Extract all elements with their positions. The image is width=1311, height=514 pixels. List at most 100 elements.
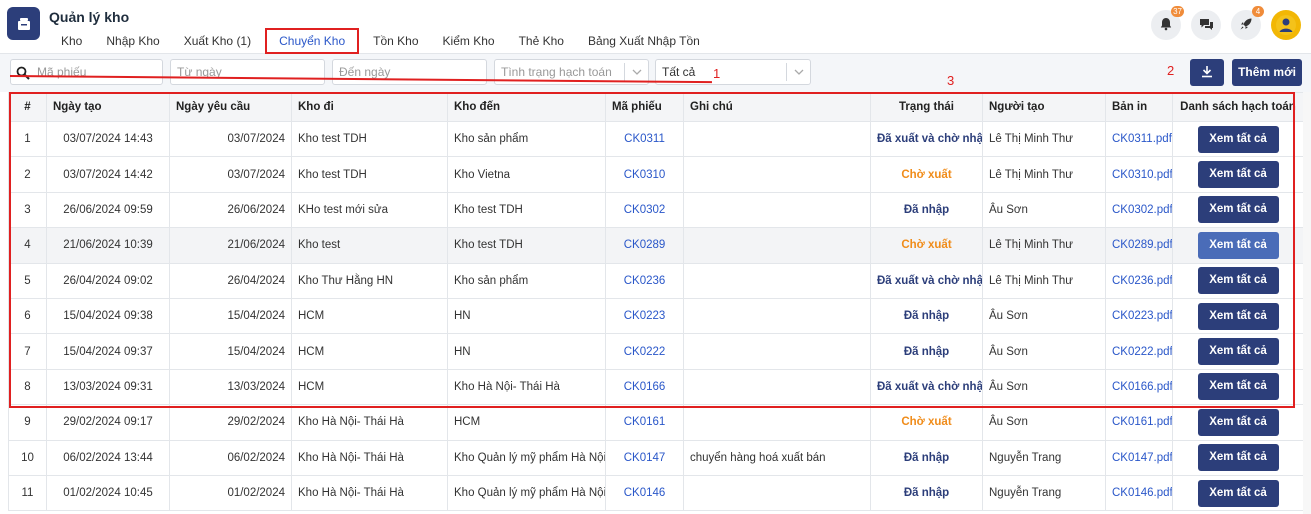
col-header-trang-thai: Trạng thái bbox=[870, 92, 983, 122]
print-pdf-link[interactable]: CK0147.pdf bbox=[1105, 439, 1173, 476]
rocket-button[interactable]: 4 bbox=[1231, 6, 1264, 40]
table-row[interactable]: 10 06/02/2024 13:44 06/02/2024 Kho Hà Nội- … bbox=[8, 439, 1303, 476]
table-row[interactable]: 5 26/04/2024 09:02 26/04/2024 Kho Thư Hằng … bbox=[8, 262, 1303, 299]
view-all-cell: Xem tất cả bbox=[1172, 297, 1303, 335]
table-row[interactable]: 4 21/06/2024 10:39 21/06/2024 Kho test Kho t… bbox=[8, 227, 1303, 264]
status-label: Chờ xuất bbox=[870, 156, 983, 193]
from-warehouse: Kho Hà Nội- Thái Hà bbox=[291, 439, 448, 476]
transfer-table: # Ngày tạo Ngày yêu cầu Kho đi Kho đến M… bbox=[8, 92, 1303, 514]
created-date: 01/02/2024 10:45 bbox=[46, 474, 170, 512]
tab-nhap-kho[interactable]: Nhập Kho bbox=[94, 28, 171, 54]
view-all-button[interactable]: Xem tất cả bbox=[1197, 338, 1279, 366]
from-warehouse: HCM bbox=[291, 333, 448, 370]
table-row[interactable]: 1 03/07/2024 14:43 03/07/2024 Kho test TDH K… bbox=[8, 120, 1303, 158]
tu-ngay-date-input[interactable]: Từ ngày bbox=[170, 59, 325, 85]
creator: Âu Sơn bbox=[982, 368, 1106, 406]
note bbox=[683, 404, 871, 441]
transfer-code-link[interactable]: CK0311 bbox=[605, 120, 684, 158]
table-row[interactable]: 6 15/04/2024 09:38 15/04/2024 HCM HN CK0223 Đã… bbox=[8, 297, 1303, 335]
add-new-button[interactable]: Thêm mới bbox=[1232, 59, 1302, 86]
view-all-button[interactable]: Xem tất cả bbox=[1197, 444, 1279, 472]
view-all-button[interactable]: Xem tất cả bbox=[1197, 479, 1279, 507]
print-pdf-link[interactable]: CK0236.pdf bbox=[1105, 262, 1173, 299]
status-label: Đã nhập bbox=[870, 474, 983, 512]
to-warehouse: Kho sản phẩm bbox=[447, 120, 606, 158]
chat-button[interactable] bbox=[1191, 10, 1221, 40]
header-actions: 37 4 bbox=[1151, 6, 1301, 40]
view-all-button[interactable]: Xem tất cả bbox=[1197, 161, 1279, 189]
note bbox=[683, 333, 871, 370]
print-pdf-link[interactable]: CK0146.pdf bbox=[1105, 474, 1173, 512]
print-pdf-link[interactable]: CK0166.pdf bbox=[1105, 368, 1173, 406]
table-row[interactable]: 7 15/04/2024 09:37 15/04/2024 HCM HN CK0222 Đã… bbox=[8, 333, 1303, 370]
transfer-code-link[interactable]: CK0161 bbox=[605, 404, 684, 441]
created-date: 26/06/2024 09:59 bbox=[46, 191, 170, 229]
view-all-button[interactable]: Xem tất cả bbox=[1197, 302, 1279, 330]
transfer-code-link[interactable]: CK0223 bbox=[605, 297, 684, 335]
transfer-code-link[interactable]: CK0147 bbox=[605, 439, 684, 476]
view-all-button[interactable]: Xem tất cả bbox=[1197, 125, 1279, 153]
transfer-code-link[interactable]: CK0146 bbox=[605, 474, 684, 512]
view-all-cell: Xem tất cả bbox=[1172, 191, 1303, 229]
row-index: 7 bbox=[8, 333, 47, 370]
tab-bang-xuat-nhap-ton[interactable]: Bảng Xuất Nhập Tồn bbox=[576, 28, 712, 54]
print-pdf-link[interactable]: CK0302.pdf bbox=[1105, 191, 1173, 229]
requested-date: 01/02/2024 bbox=[169, 474, 292, 512]
scrollbar-track[interactable] bbox=[1303, 92, 1311, 514]
tab-kiem-kho[interactable]: Kiểm Kho bbox=[431, 28, 507, 54]
requested-date: 26/04/2024 bbox=[169, 262, 292, 299]
bell-icon bbox=[1159, 17, 1173, 34]
ma-phieu-search-input[interactable]: Mã phiếu bbox=[10, 59, 163, 85]
table-row[interactable]: 11 01/02/2024 10:45 01/02/2024 Kho Hà Nội- … bbox=[8, 474, 1303, 512]
transfer-code-link[interactable]: CK0222 bbox=[605, 333, 684, 370]
tab-xuat-kho[interactable]: Xuất Kho (1) bbox=[172, 28, 263, 54]
view-all-button[interactable]: Xem tất cả bbox=[1197, 373, 1279, 401]
notifications-button[interactable]: 37 bbox=[1151, 6, 1184, 40]
filter-bar: Mã phiếu Từ ngày Đến ngày Tình trạng hạc… bbox=[0, 54, 1311, 92]
tab-kho[interactable]: Kho bbox=[49, 28, 94, 54]
print-pdf-link[interactable]: CK0310.pdf bbox=[1105, 156, 1173, 193]
table-row[interactable]: 8 13/03/2024 09:31 13/03/2024 HCM Kho Hà Nội… bbox=[8, 368, 1303, 406]
tab-ton-kho[interactable]: Tồn Kho bbox=[361, 28, 430, 54]
download-button[interactable] bbox=[1190, 59, 1224, 86]
table-row[interactable]: 9 29/02/2024 09:17 29/02/2024 Kho Hà Nội- T… bbox=[8, 404, 1303, 441]
tab-the-kho[interactable]: Thẻ Kho bbox=[507, 28, 576, 54]
creator: Lê Thị Minh Thư bbox=[982, 120, 1106, 158]
transfer-code-link[interactable]: CK0310 bbox=[605, 156, 684, 193]
print-pdf-link[interactable]: CK0161.pdf bbox=[1105, 404, 1173, 441]
tab-chuyen-kho[interactable]: Chuyển Kho bbox=[265, 28, 360, 54]
user-avatar[interactable] bbox=[1271, 10, 1301, 40]
view-all-cell: Xem tất cả bbox=[1172, 262, 1303, 299]
view-all-button[interactable]: Xem tất cả bbox=[1197, 267, 1279, 295]
tat-ca-value: Tất cả bbox=[662, 65, 696, 79]
print-pdf-link[interactable]: CK0223.pdf bbox=[1105, 297, 1173, 335]
transfer-code-link[interactable]: CK0302 bbox=[605, 191, 684, 229]
den-ngay-date-input[interactable]: Đến ngày bbox=[332, 59, 487, 85]
status-label: Chờ xuất bbox=[870, 404, 983, 441]
view-all-button[interactable]: Xem tất cả bbox=[1197, 408, 1279, 436]
table-row[interactable]: 2 03/07/2024 14:42 03/07/2024 Kho test TDH K… bbox=[8, 156, 1303, 193]
view-all-cell: Xem tất cả bbox=[1172, 120, 1303, 158]
to-warehouse: Kho test TDH bbox=[447, 191, 606, 229]
creator: Âu Sơn bbox=[982, 333, 1106, 370]
warehouse-logo-icon[interactable] bbox=[7, 7, 40, 40]
transfer-code-link[interactable]: CK0289 bbox=[605, 227, 684, 264]
print-pdf-link[interactable]: CK0311.pdf bbox=[1105, 120, 1173, 158]
print-pdf-link[interactable]: CK0289.pdf bbox=[1105, 227, 1173, 264]
to-warehouse: Kho sản phẩm bbox=[447, 262, 606, 299]
view-all-button[interactable]: Xem tất cả bbox=[1197, 231, 1279, 259]
annotation-1: 1 bbox=[713, 66, 721, 81]
transfer-code-link[interactable]: CK0236 bbox=[605, 262, 684, 299]
row-index: 1 bbox=[8, 120, 47, 158]
note bbox=[683, 191, 871, 229]
creator: Âu Sơn bbox=[982, 297, 1106, 335]
col-header-danh-sach-hach-toan: Danh sách hạch toán bbox=[1172, 92, 1303, 122]
view-all-cell: Xem tất cả bbox=[1172, 227, 1303, 264]
row-index: 5 bbox=[8, 262, 47, 299]
print-pdf-link[interactable]: CK0222.pdf bbox=[1105, 333, 1173, 370]
creator: Lê Thị Minh Thư bbox=[982, 227, 1106, 264]
table-row[interactable]: 3 26/06/2024 09:59 26/06/2024 KHo test mới … bbox=[8, 191, 1303, 229]
created-date: 29/02/2024 09:17 bbox=[46, 404, 170, 441]
transfer-code-link[interactable]: CK0166 bbox=[605, 368, 684, 406]
view-all-button[interactable]: Xem tất cả bbox=[1197, 196, 1279, 224]
